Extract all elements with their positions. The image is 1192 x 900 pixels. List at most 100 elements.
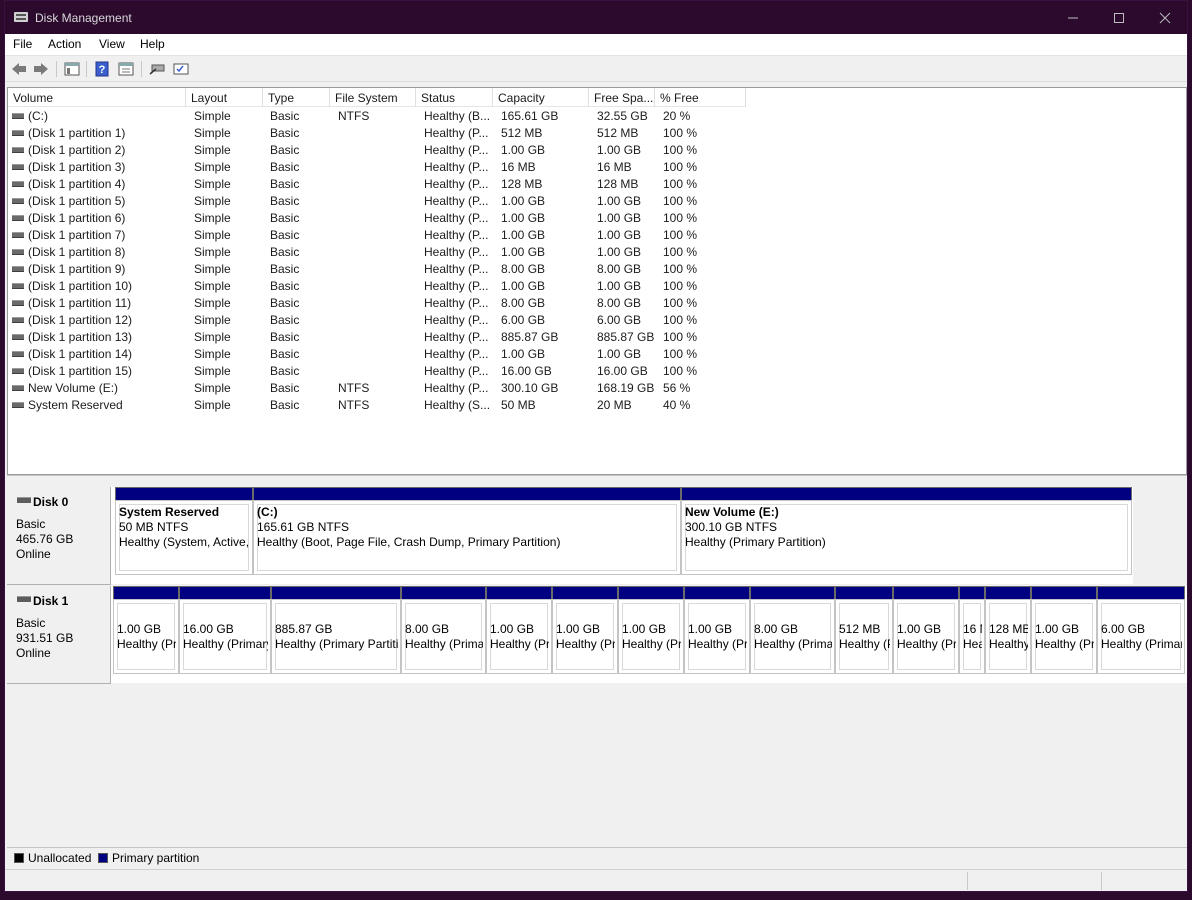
cell-type: Basic bbox=[270, 126, 300, 140]
minimize-icon bbox=[1068, 17, 1078, 18]
disk-1-partition[interactable]: 16 MBHealthy (Primary Partition) bbox=[959, 586, 985, 674]
cell-status: Healthy (S... bbox=[424, 398, 491, 412]
cell-capacity: 885.87 GB bbox=[501, 330, 559, 344]
partition-size: 1.00 GB bbox=[897, 622, 942, 636]
partition-size: 1.00 GB bbox=[556, 622, 601, 636]
cell-capacity: 1.00 GB bbox=[501, 211, 546, 225]
table-row[interactable]: (Disk 1 partition 12) Simple Basic Healthy … bbox=[8, 312, 768, 329]
table-row[interactable]: (Disk 1 partition 4) Simple Basic Healthy (… bbox=[8, 176, 768, 193]
show-hide-console-tree-button[interactable] bbox=[62, 60, 82, 78]
cell-type: Basic bbox=[270, 228, 300, 242]
partition-box: 16.00 GBHealthy (Primary Partition) bbox=[179, 599, 271, 674]
column-header-status[interactable]: Status bbox=[416, 88, 493, 107]
partition-box: 1.00 GBHealthy (Primary Partition) bbox=[684, 599, 750, 674]
close-button[interactable] bbox=[1142, 1, 1188, 34]
volume-icon bbox=[12, 232, 24, 238]
volume-icon bbox=[12, 181, 24, 187]
disk-1-partition[interactable]: 1.00 GBHealthy (Primary Partition) bbox=[893, 586, 959, 674]
column-header-volume[interactable]: Volume bbox=[8, 88, 186, 107]
disk-1-partition[interactable]: 128 MBHealthy (Primary Partition) bbox=[985, 586, 1031, 674]
maximize-button[interactable] bbox=[1096, 1, 1142, 34]
table-row[interactable]: (Disk 1 partition 6) Simple Basic Healthy (… bbox=[8, 210, 768, 227]
cell-file-system: NTFS bbox=[338, 381, 370, 395]
cell-capacity: 1.00 GB bbox=[501, 228, 546, 242]
disk-1-partition[interactable]: 1.00 GBHealthy (Primary Partition) bbox=[684, 586, 750, 674]
disk-1-partition[interactable]: 512 MBHealthy (Primary Partition) bbox=[835, 586, 893, 674]
status-bar bbox=[5, 869, 1187, 891]
volume-list[interactable]: Volume Layout Type File System Status Ca… bbox=[7, 87, 1187, 475]
rescan-disks-button[interactable] bbox=[147, 60, 167, 78]
table-row[interactable]: (Disk 1 partition 15) Simple Basic Healthy … bbox=[8, 363, 768, 380]
partition-c-drive[interactable]: (C:) 165.61 GB NTFS Healthy (Boot, Page … bbox=[253, 487, 681, 575]
table-row[interactable]: (Disk 1 partition 10) Simple Basic Healthy … bbox=[8, 278, 768, 295]
partition-label: (C:) bbox=[257, 505, 278, 519]
legend-unallocated: Unallocated bbox=[28, 851, 92, 865]
toolbar-separator bbox=[86, 61, 87, 77]
table-row[interactable]: (Disk 1 partition 9) Simple Basic Healthy (… bbox=[8, 261, 768, 278]
back-button[interactable] bbox=[9, 60, 29, 78]
column-header-percent-free[interactable]: % Free bbox=[655, 88, 746, 107]
table-row[interactable]: (Disk 1 partition 1) Simple Basic Healthy (… bbox=[8, 125, 768, 142]
settings-button[interactable] bbox=[171, 60, 191, 78]
menu-action[interactable]: Action bbox=[48, 37, 81, 51]
cell-status: Healthy (P... bbox=[424, 143, 489, 157]
disk-1-partition[interactable]: 1.00 GBHealthy (Primary Partition) bbox=[552, 586, 618, 674]
table-row[interactable]: (Disk 1 partition 13) Simple Basic Healthy … bbox=[8, 329, 768, 346]
table-row[interactable]: (Disk 1 partition 2) Simple Basic Healthy (… bbox=[8, 142, 768, 159]
table-row[interactable]: (Disk 1 partition 8) Simple Basic Healthy (… bbox=[8, 244, 768, 261]
column-header-free-space[interactable]: Free Spa... bbox=[589, 88, 655, 107]
partition-system-reserved[interactable]: System Reserved 50 MB NTFS Healthy (Syst… bbox=[115, 487, 253, 575]
cell-free-space: 1.00 GB bbox=[597, 347, 642, 361]
partition-status: Healthy (Boot, Page File, Crash Dump, Pr… bbox=[257, 535, 561, 549]
cell-type: Basic bbox=[270, 313, 300, 327]
disk-1-partition[interactable]: 1.00 GBHealthy (Primary Partition) bbox=[1031, 586, 1097, 674]
table-row[interactable]: (Disk 1 partition 11) Simple Basic Healthy … bbox=[8, 295, 768, 312]
partition-size: 300.10 GB NTFS bbox=[685, 520, 778, 534]
properties-button[interactable] bbox=[116, 60, 136, 78]
column-header-capacity[interactable]: Capacity bbox=[493, 88, 589, 107]
legend-primary-partition: Primary partition bbox=[112, 851, 200, 865]
disk-1-state: Online bbox=[16, 646, 51, 660]
menu-view[interactable]: View bbox=[99, 37, 125, 51]
disk-1-partition[interactable]: 8.00 GBHealthy (Primary Partition) bbox=[750, 586, 835, 674]
partition-size: 512 MB bbox=[839, 622, 881, 636]
cell-volume-name: (Disk 1 partition 4) bbox=[28, 177, 126, 191]
partition-status: Healthy (Primary Partition) bbox=[989, 637, 1028, 651]
disk-0-name: Disk 0 bbox=[33, 495, 69, 509]
disk-1-header[interactable]: Disk 1 Basic 931.51 GB Online bbox=[7, 586, 111, 684]
partition-box: New Volume (E:) 300.10 GB NTFS Healthy (… bbox=[681, 500, 1132, 575]
disk-1-partition[interactable]: 16.00 GBHealthy (Primary Partition) bbox=[179, 586, 271, 674]
table-row[interactable]: System Reserved Simple Basic NTFS Healthy (S… bbox=[8, 397, 768, 414]
disk-1-partition[interactable]: 1.00 GBHealthy (Primary Partition) bbox=[486, 586, 552, 674]
volume-icon bbox=[12, 215, 24, 221]
disk-1-partition[interactable]: 6.00 GBHealthy (Primary Partition) bbox=[1097, 586, 1185, 674]
disk-1-name: Disk 1 bbox=[33, 594, 69, 608]
partition-size: 1.00 GB bbox=[622, 622, 667, 636]
partition-size: 1.00 GB bbox=[1035, 622, 1080, 636]
partition-box: 1.00 GBHealthy (Primary Partition) bbox=[552, 599, 618, 674]
partition-e-drive[interactable]: New Volume (E:) 300.10 GB NTFS Healthy (… bbox=[681, 487, 1132, 575]
primary-partition-bar bbox=[1031, 586, 1097, 599]
table-row[interactable]: New Volume (E:) Simple Basic NTFS Healthy (P… bbox=[8, 380, 768, 397]
disk-0-header[interactable]: Disk 0 Basic 465.76 GB Online bbox=[7, 487, 111, 585]
cell-capacity: 300.10 GB bbox=[501, 381, 559, 395]
disk-1-partition[interactable]: 1.00 GBHealthy (Primary Partition) bbox=[618, 586, 684, 674]
disk-1-partition[interactable]: 1.00 GBHealthy (Primary Partition) bbox=[113, 586, 179, 674]
column-header-file-system[interactable]: File System bbox=[330, 88, 416, 107]
partition-size: 1.00 GB bbox=[490, 622, 535, 636]
settings-icon bbox=[173, 63, 189, 75]
table-row[interactable]: (Disk 1 partition 14) Simple Basic Healthy … bbox=[8, 346, 768, 363]
table-row[interactable]: (Disk 1 partition 5) Simple Basic Healthy (… bbox=[8, 193, 768, 210]
column-header-layout[interactable]: Layout bbox=[186, 88, 263, 107]
forward-button[interactable] bbox=[31, 60, 51, 78]
column-header-type[interactable]: Type bbox=[263, 88, 330, 107]
help-button[interactable]: ? bbox=[92, 60, 112, 78]
disk-1-partition[interactable]: 885.87 GBHealthy (Primary Partition) bbox=[271, 586, 401, 674]
table-row[interactable]: (Disk 1 partition 3) Simple Basic Healthy (… bbox=[8, 159, 768, 176]
minimize-button[interactable] bbox=[1050, 1, 1096, 34]
disk-1-partition[interactable]: 8.00 GBHealthy (Primary Partition) bbox=[401, 586, 486, 674]
table-row[interactable]: (C:) Simple Basic NTFS Healthy (B... 165.61 G… bbox=[8, 108, 768, 125]
table-row[interactable]: (Disk 1 partition 7) Simple Basic Healthy (… bbox=[8, 227, 768, 244]
menu-file[interactable]: File bbox=[13, 37, 32, 51]
menu-help[interactable]: Help bbox=[140, 37, 165, 51]
